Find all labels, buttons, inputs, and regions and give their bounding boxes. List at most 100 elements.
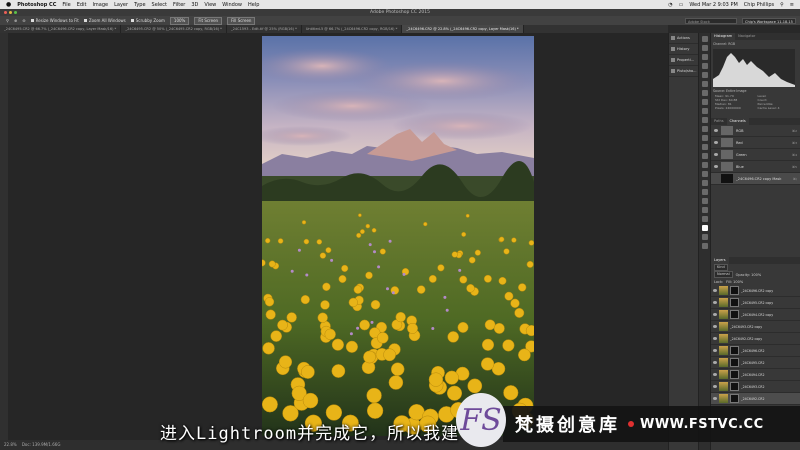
history-panel-button[interactable]: History xyxy=(669,44,698,55)
zoom-window-button[interactable] xyxy=(14,11,17,14)
eye-icon[interactable] xyxy=(713,373,717,376)
move-tool-icon[interactable] xyxy=(701,36,708,42)
close-window-button[interactable] xyxy=(4,11,7,14)
list-icon[interactable]: ≡ xyxy=(790,2,794,8)
menu-app-name[interactable]: Photoshop CC xyxy=(17,2,56,8)
menu-type[interactable]: Type xyxy=(134,2,145,8)
eye-icon[interactable] xyxy=(713,325,717,328)
blend-mode-select[interactable]: Normal xyxy=(714,271,733,278)
channel-select[interactable]: RGB xyxy=(728,42,735,46)
minimize-window-button[interactable] xyxy=(9,11,12,14)
tab-layers[interactable]: Layers xyxy=(711,257,729,264)
layer-mask-thumbnail[interactable] xyxy=(730,358,739,367)
layer-row[interactable]: _24C6493.CR2 copy xyxy=(711,321,800,333)
eye-icon[interactable] xyxy=(713,301,717,304)
eye-icon[interactable] xyxy=(714,129,718,132)
fit-screen-button[interactable]: Fit Screen xyxy=(194,16,223,25)
workspace-select[interactable]: Chip's Workspace 11-18-15 xyxy=(742,17,796,24)
pen-tool-icon[interactable] xyxy=(701,162,708,168)
eye-icon[interactable] xyxy=(713,385,717,388)
layer-mask-thumbnail[interactable] xyxy=(730,370,739,379)
menu-layer[interactable]: Layer xyxy=(114,2,128,8)
layer-row[interactable]: _24C6495.CR2 xyxy=(711,357,800,369)
tab-paths[interactable]: Paths xyxy=(711,118,727,125)
tab-histogram[interactable]: Histogram xyxy=(711,33,736,40)
layer-mask-thumbnail[interactable] xyxy=(730,286,739,295)
eye-icon[interactable] xyxy=(714,153,718,156)
tab-channels[interactable]: Channels xyxy=(726,118,749,125)
more-tools-icon[interactable] xyxy=(701,216,708,222)
path-select-icon[interactable] xyxy=(701,180,708,186)
zoom-all-checkbox[interactable]: Zoom All Windows xyxy=(83,18,126,23)
layer-mask-thumbnail[interactable] xyxy=(730,394,739,403)
layer-mask-thumbnail[interactable] xyxy=(730,310,739,319)
eye-icon[interactable] xyxy=(714,165,718,168)
eye-icon[interactable] xyxy=(713,361,717,364)
fg-bg-color-icon[interactable] xyxy=(701,225,708,231)
doc-tab-active[interactable]: _24C6496.CR2 @ 22.8% (_24C6496.CR2 copy,… xyxy=(402,25,524,33)
eye-icon[interactable] xyxy=(713,349,717,352)
shape-tool-icon[interactable] xyxy=(701,189,708,195)
eyedropper-tool-icon[interactable] xyxy=(701,81,708,87)
layer-mask-thumbnail[interactable] xyxy=(730,382,739,391)
plugin-panel-button[interactable]: Pluto/sho... xyxy=(669,66,698,77)
menu-filter[interactable]: Filter xyxy=(173,2,185,8)
layer-kind-select[interactable]: Kind xyxy=(714,264,728,271)
source-select[interactable]: Entire Image xyxy=(726,89,746,93)
eye-icon[interactable] xyxy=(714,177,718,180)
quick-mask-icon[interactable] xyxy=(701,234,708,240)
wifi-icon[interactable]: ◔ xyxy=(668,2,672,8)
layer-row[interactable]: _24C6496.CR2 copy xyxy=(711,285,800,297)
spotlight-icon[interactable]: ⚲ xyxy=(780,2,784,8)
brush-tool-icon[interactable] xyxy=(701,99,708,105)
layer-mask-thumbnail[interactable] xyxy=(730,298,739,307)
menu-edit[interactable]: Edit xyxy=(77,2,87,8)
stock-search-input[interactable]: Adobe Stock xyxy=(685,17,737,24)
clock[interactable]: Wed Mar 2 9:03 PM xyxy=(689,2,737,8)
user-name[interactable]: Chip Phillips xyxy=(744,2,774,8)
eye-icon[interactable] xyxy=(713,337,717,340)
crop-tool-icon[interactable] xyxy=(701,72,708,78)
scrubby-zoom-checkbox[interactable]: Scrubby Zoom xyxy=(130,18,165,23)
menu-select[interactable]: Select xyxy=(152,2,167,8)
marquee-tool-icon[interactable] xyxy=(701,45,708,51)
channel-row[interactable]: Red ⌘3 xyxy=(711,137,800,149)
channel-row-mask[interactable]: _24C6496.CR2 copy Mask ⌘\ xyxy=(711,173,800,185)
eye-icon[interactable] xyxy=(713,289,717,292)
doc-tab[interactable]: _24C6495.CR2 @ 50% (_24C6495.CR2 copy, R… xyxy=(121,25,227,33)
menu-help[interactable]: Help xyxy=(248,2,259,8)
photo-canvas[interactable] xyxy=(262,36,534,436)
layer-mask-thumbnail[interactable] xyxy=(730,346,739,355)
dodge-tool-icon[interactable] xyxy=(701,153,708,159)
history-brush-icon[interactable] xyxy=(701,117,708,123)
doc-tab[interactable]: _24C1593 - Edit.tif @ 25% (RGB/16) * xyxy=(227,25,302,33)
layer-row[interactable]: _24C6494.CR2 copy xyxy=(711,309,800,321)
zoom-100-button[interactable]: 100% xyxy=(169,16,190,25)
screen-mode-icon[interactable] xyxy=(701,243,708,249)
zoom-in-icon[interactable]: ⊕ xyxy=(14,18,17,23)
layer-row[interactable]: _24C6492.CR2 copy xyxy=(711,333,800,345)
hand-tool-icon[interactable] xyxy=(701,198,708,204)
healing-tool-icon[interactable] xyxy=(701,90,708,96)
menu-file[interactable]: File xyxy=(62,2,70,8)
doc-tab[interactable]: Untitled-5 @ 66.7% (_24C6496.CR2 copy, R… xyxy=(302,25,403,33)
resize-windows-checkbox[interactable]: Resize Windows to Fit xyxy=(30,18,79,23)
tab-navigator[interactable]: Navigator xyxy=(735,33,758,40)
properties-panel-button[interactable]: Properti... xyxy=(669,55,698,66)
type-tool-icon[interactable] xyxy=(701,171,708,177)
zoom-tool-icon[interactable] xyxy=(701,207,708,213)
layer-row[interactable]: _24C6496.CR2 xyxy=(711,345,800,357)
apple-icon[interactable]: ● xyxy=(6,1,11,8)
fill-field[interactable]: Fill: 100% xyxy=(726,280,743,284)
zoom-out-icon[interactable]: ⊖ xyxy=(22,18,25,23)
quick-select-tool-icon[interactable] xyxy=(701,63,708,69)
channel-row[interactable]: Green ⌘4 xyxy=(711,149,800,161)
menu-window[interactable]: Window xyxy=(222,2,242,8)
menu-image[interactable]: Image xyxy=(92,2,108,8)
layer-row[interactable]: _24C6494.CR2 xyxy=(711,369,800,381)
zoom-tool-icon[interactable]: ⚲ xyxy=(6,18,9,23)
fill-screen-button[interactable]: Fill Screen xyxy=(227,16,256,25)
eye-icon[interactable] xyxy=(714,141,718,144)
menu-3d[interactable]: 3D xyxy=(191,2,198,8)
gradient-tool-icon[interactable] xyxy=(701,135,708,141)
